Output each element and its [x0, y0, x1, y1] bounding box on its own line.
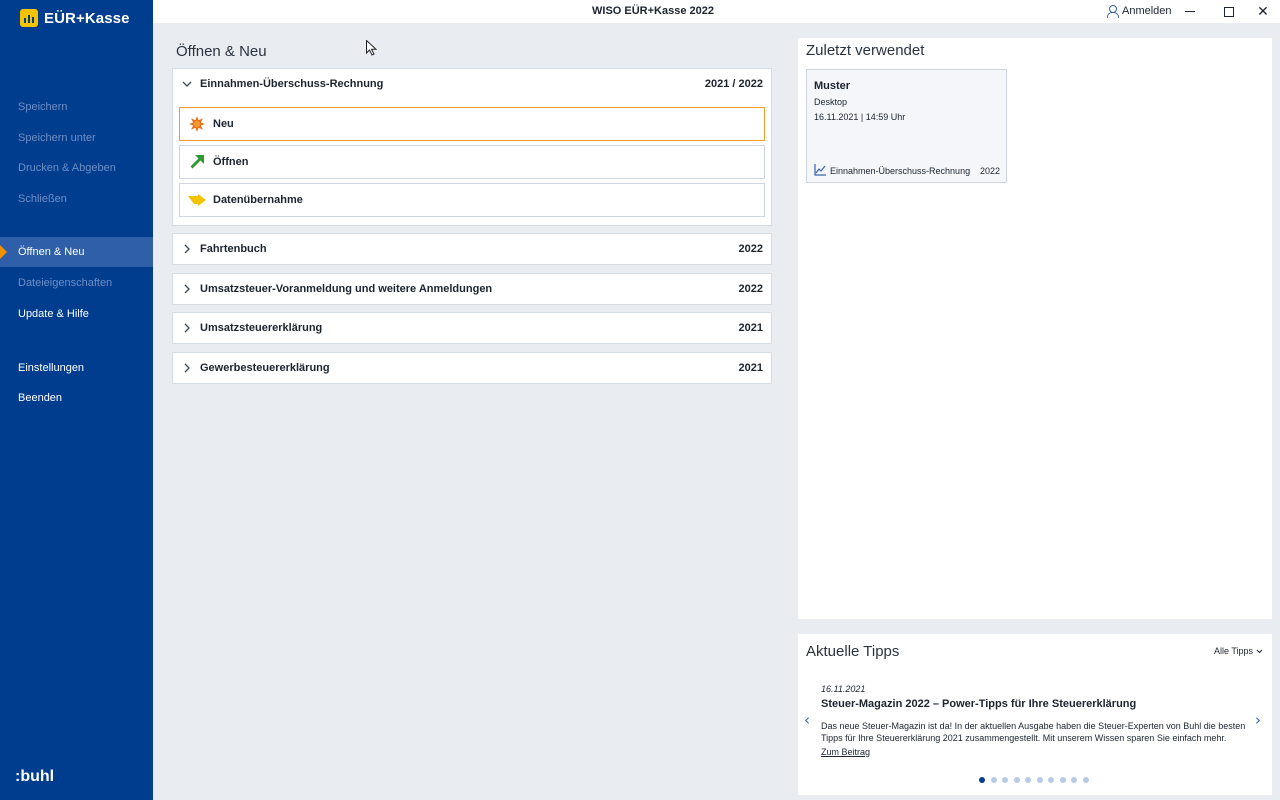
mouse-cursor-icon: [366, 39, 378, 61]
logo-text: EÜR+Kasse: [44, 9, 130, 27]
data-import-button[interactable]: Datenübernahme: [179, 183, 765, 217]
sidebar-item-einstellungen[interactable]: Einstellungen: [0, 353, 153, 383]
sidebar-item-drucken-abgeben[interactable]: Drucken & Abgeben: [0, 153, 153, 183]
section-year: 2022: [738, 283, 763, 295]
section-year: 2022: [738, 243, 763, 255]
sidebar-item-speichern[interactable]: Speichern: [0, 92, 153, 122]
window-title: WISO EÜR+Kasse 2022: [592, 5, 714, 17]
pagination-dot[interactable]: [1036, 777, 1043, 783]
section-label: Einnahmen-Überschuss-Rechnung: [200, 78, 384, 90]
chevron-down-icon: [1256, 646, 1263, 656]
section-label: Gewerbesteuererklärung: [200, 362, 330, 374]
pagination-dot[interactable]: [1048, 777, 1054, 783]
brand-text: buhl: [20, 768, 55, 785]
recent-file-type: Einnahmen-Überschuss-Rechnung: [830, 166, 971, 176]
chevron-right-icon: [173, 244, 200, 254]
new-button[interactable]: Neu: [179, 107, 765, 141]
chevron-right-icon: [173, 323, 200, 333]
tip-text: Das neue Steuer-Magazin ist da! In der a…: [821, 721, 1246, 743]
recent-file-card[interactable]: Muster Desktop 16.11.2021 | 14:59 Uhr Ei…: [806, 69, 1007, 183]
tips-prev-arrow-icon[interactable]: ‹: [804, 711, 810, 729]
section-header-ust-erklaerung[interactable]: Umsatzsteuererklärung 2021: [172, 312, 772, 344]
sidebar-item-speichern-unter[interactable]: Speichern unter: [0, 123, 153, 153]
pagination-dot[interactable]: [1082, 777, 1089, 783]
section-header-gewst-erklaerung[interactable]: Gewerbesteuererklärung 2021: [172, 352, 772, 384]
data-import-label: Datenübernahme: [213, 194, 303, 206]
recent-file-year: 2022: [979, 166, 1000, 176]
section-header-eur[interactable]: Einnahmen-Überschuss-Rechnung 2021 / 202…: [172, 68, 772, 100]
recent-file-date: 16.11.2021 | 14:59 Uhr: [814, 112, 906, 122]
buhl-logo: :buhl: [15, 768, 55, 785]
tip-read-more-link[interactable]: Zum Beitrag: [821, 747, 870, 757]
bar-chart-icon: [20, 9, 38, 27]
tips-pagination: [979, 777, 1094, 783]
tip-date: 16.11.2021: [821, 684, 866, 694]
new-label: Neu: [213, 118, 234, 130]
green-arrow-icon: [180, 154, 213, 170]
pagination-dot[interactable]: [1002, 777, 1008, 783]
section-year: 2021: [738, 322, 763, 334]
all-tips-dropdown[interactable]: Alle Tipps: [1214, 646, 1263, 656]
recent-title: Zuletzt verwendet: [806, 42, 925, 59]
sidebar: EÜR+Kasse Speichern Speichern unter Druc…: [0, 0, 153, 800]
chevron-right-icon: [173, 284, 200, 294]
pagination-dot[interactable]: [979, 777, 985, 783]
login-button[interactable]: Anmelden: [1107, 5, 1172, 18]
minimize-button[interactable]: [1173, 0, 1207, 23]
close-button[interactable]: ✕: [1246, 0, 1280, 23]
section-header-fahrtenbuch[interactable]: Fahrtenbuch 2022: [172, 233, 772, 265]
tip-headline: Steuer-Magazin 2022 – Power-Tipps für Ih…: [821, 698, 1137, 710]
pagination-dot[interactable]: [990, 777, 997, 783]
section-label: Fahrtenbuch: [200, 243, 267, 255]
pagination-dot[interactable]: [1013, 777, 1020, 783]
login-label: Anmelden: [1122, 5, 1172, 17]
all-tips-label: Alle Tipps: [1214, 646, 1254, 656]
section-header-ust-voranmeldung[interactable]: Umsatzsteuer-Voranmeldung und weitere An…: [172, 273, 772, 305]
import-arrow-icon: [180, 194, 213, 206]
minimize-icon: [1185, 11, 1195, 12]
pagination-dot[interactable]: [1025, 777, 1031, 783]
title-bar: WISO EÜR+Kasse 2022 Anmelden ✕: [153, 0, 1280, 23]
app-logo: EÜR+Kasse: [20, 9, 130, 27]
sidebar-item-update-hilfe[interactable]: Update & Hilfe: [0, 299, 153, 329]
section-label: Umsatzsteuererklärung: [200, 322, 323, 334]
chevron-right-icon: [173, 363, 200, 373]
tips-title: Aktuelle Tipps: [806, 643, 900, 660]
section-year: 2021 / 2022: [704, 78, 763, 90]
sidebar-item-oeffnen-neu[interactable]: Öffnen & Neu: [0, 237, 153, 267]
recent-file-footer: Einnahmen-Überschuss-Rechnung 2022: [814, 164, 1000, 178]
open-button[interactable]: Öffnen: [179, 145, 765, 179]
sidebar-item-dateieigenschaften[interactable]: Dateieigenschaften: [0, 268, 153, 298]
open-label: Öffnen: [213, 156, 249, 168]
chevron-down-icon: [173, 81, 200, 87]
page-title: Öffnen & Neu: [176, 43, 267, 60]
starburst-icon: [180, 116, 213, 132]
recent-file-name: Muster: [814, 80, 851, 92]
line-chart-icon: [814, 164, 826, 178]
close-icon: ✕: [1257, 3, 1269, 20]
pagination-dot[interactable]: [1059, 777, 1066, 783]
sidebar-item-beenden[interactable]: Beenden: [0, 383, 153, 413]
sidebar-item-schliessen[interactable]: Schließen: [0, 184, 153, 214]
maximize-button[interactable]: [1212, 0, 1246, 23]
user-icon: [1107, 5, 1119, 18]
section-year: 2021: [738, 362, 763, 374]
section-label: Umsatzsteuer-Voranmeldung und weitere An…: [200, 283, 493, 295]
maximize-icon: [1224, 6, 1234, 17]
recent-file-location: Desktop: [814, 97, 848, 107]
pagination-dot[interactable]: [1071, 777, 1077, 783]
tips-next-arrow-icon[interactable]: ›: [1255, 711, 1261, 729]
